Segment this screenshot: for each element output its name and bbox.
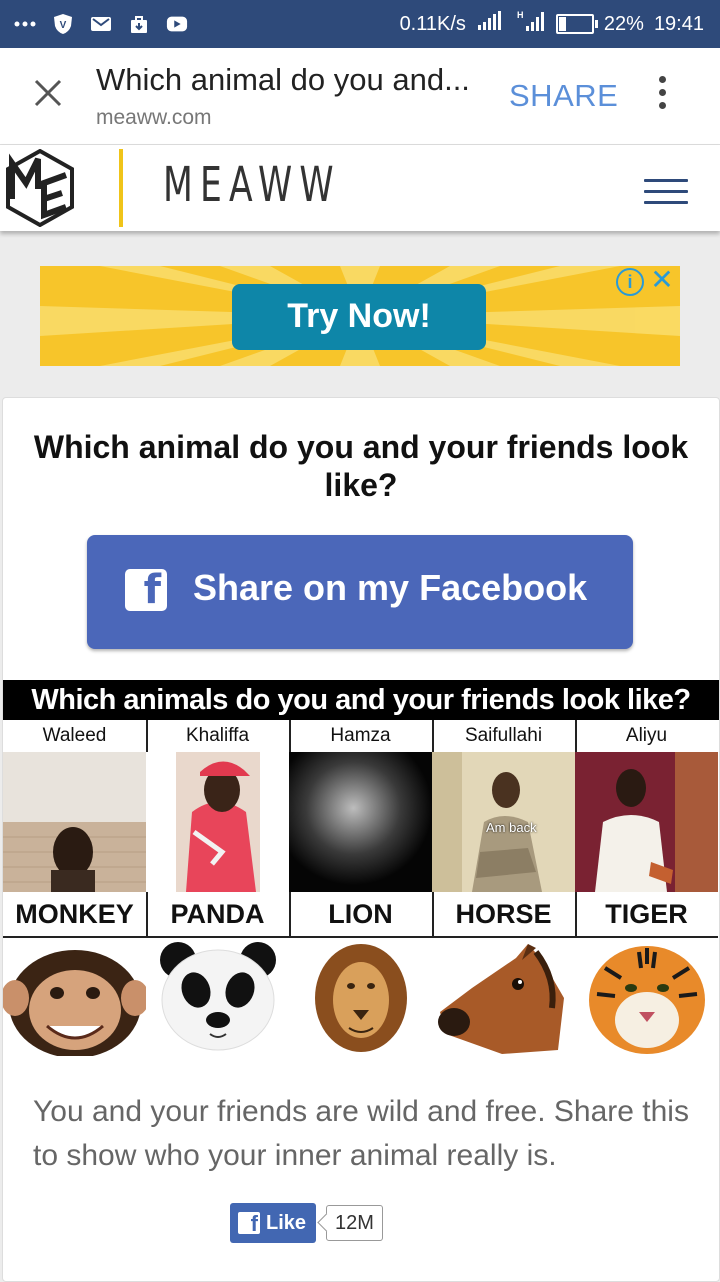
result-column: Hamza LION xyxy=(289,720,434,1056)
clock: 19:41 xyxy=(653,12,704,35)
share-on-facebook-button[interactable]: f Share on my Facebook xyxy=(87,535,633,649)
facebook-icon: f xyxy=(125,567,167,613)
site-header: MEAWW xyxy=(0,145,720,231)
result-heading: Which animals do you and your friends lo… xyxy=(3,680,719,720)
ad-banner[interactable]: Try Now! i ✕ xyxy=(40,266,680,366)
status-bar: V 0.11K/s H 22% 19:41 xyxy=(0,0,720,48)
result-column: Saifullahi Am back HORSE xyxy=(432,720,577,1056)
friend-name: Waleed xyxy=(42,725,107,746)
svg-text:V: V xyxy=(60,20,67,31)
try-now-button[interactable]: Try Now! xyxy=(232,284,486,350)
friend-photo xyxy=(575,752,718,892)
signal-h-icon: H xyxy=(516,10,546,38)
facebook-like-button[interactable]: f Like xyxy=(230,1203,317,1243)
friend-name: Aliyu xyxy=(625,725,668,746)
close-icon[interactable] xyxy=(28,76,68,116)
animal-name: TIGER xyxy=(575,892,718,938)
overflow-menu-icon[interactable] xyxy=(650,76,674,116)
download-bag-icon xyxy=(128,13,150,35)
vpn-shield-icon: V xyxy=(52,13,74,35)
friend-name: Saifullahi xyxy=(464,725,543,746)
animal-name: LION xyxy=(289,892,432,938)
facebook-icon: f xyxy=(238,1211,260,1236)
page-title: Which animal do you and... xyxy=(96,62,470,97)
ad-info-icon[interactable]: i xyxy=(616,268,644,296)
more-icon xyxy=(14,13,36,35)
like-label: Like xyxy=(266,1211,307,1234)
page-url: meaww.com xyxy=(96,106,212,129)
battery-percent: 22% xyxy=(603,12,644,35)
friend-photo: Am back xyxy=(432,752,575,892)
facebook-like-widget: f Like 12M xyxy=(230,1203,383,1243)
meaww-logo[interactable] xyxy=(4,148,76,228)
panda-picture xyxy=(146,938,289,1056)
animal-name: MONKEY xyxy=(3,892,146,938)
friend-name: Hamza xyxy=(330,725,391,746)
svg-text:H: H xyxy=(517,10,524,20)
ad-close-icon[interactable]: ✕ xyxy=(648,266,676,294)
animal-name: HORSE xyxy=(432,892,575,938)
tiger-picture xyxy=(575,938,718,1056)
quiz-title: Which animal do you and your friends loo… xyxy=(33,429,689,503)
horse-picture xyxy=(432,938,575,1056)
result-column: Khaliffa PANDA xyxy=(146,720,291,1056)
logo-divider xyxy=(119,149,123,227)
friend-photo xyxy=(3,752,146,892)
result-column: Waleed MONKEY xyxy=(1,720,149,1058)
hamburger-menu-icon[interactable] xyxy=(644,179,688,209)
browser-toolbar: Which animal do you and... meaww.com SHA… xyxy=(0,48,720,145)
network-speed: 0.11K/s xyxy=(399,12,466,35)
signal-icon xyxy=(476,11,506,37)
lion-picture xyxy=(289,938,432,1056)
photo-caption: Am back xyxy=(486,820,537,835)
share-button[interactable]: SHARE xyxy=(509,78,618,114)
friend-name: Khaliffa xyxy=(185,725,250,746)
monkey-picture xyxy=(1,938,149,1058)
gmail-icon xyxy=(90,13,112,35)
result-image: Which animals do you and your friends lo… xyxy=(1,680,719,1058)
friend-photo xyxy=(146,752,289,892)
brand-name[interactable]: MEAWW xyxy=(163,157,341,213)
battery-icon xyxy=(555,14,598,34)
quiz-description: You and your friends are wild and free. … xyxy=(33,1095,689,1172)
friend-photo xyxy=(289,752,432,892)
like-count: 12M xyxy=(326,1205,383,1241)
youtube-icon xyxy=(166,13,188,35)
result-column: Aliyu TIGER xyxy=(575,720,718,1056)
share-button-label: Share on my Facebook xyxy=(193,567,588,608)
animal-name: PANDA xyxy=(146,892,289,938)
quiz-card: Which animal do you and your friends loo… xyxy=(1,397,720,1282)
